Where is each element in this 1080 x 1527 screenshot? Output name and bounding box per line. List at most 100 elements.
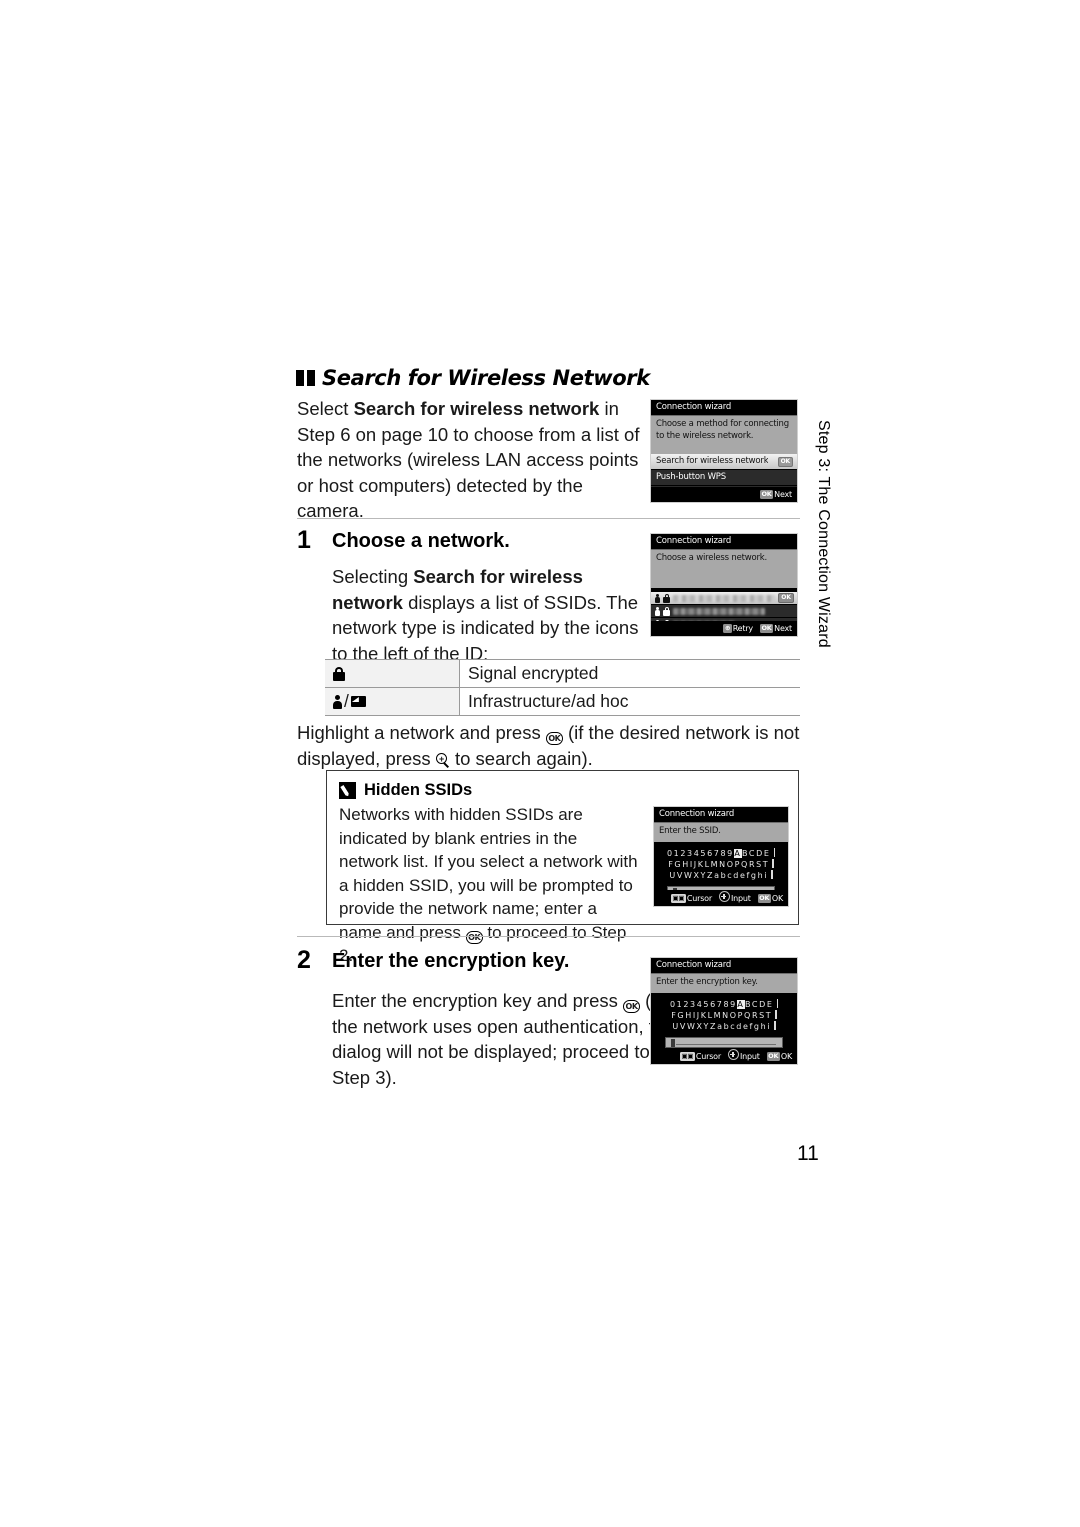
keyboard-row: UVWXYZabcdefghi <box>672 1020 776 1032</box>
lcd-footer-cursor: ▣▣ Cursor <box>670 892 712 905</box>
lcd-menu-item-pushbutton-wps: Push-button WPS <box>651 470 797 486</box>
keyboard-row: FGHIJKLMNOPQRST <box>671 1009 777 1021</box>
section-heading: Search for Wireless Network <box>296 366 650 390</box>
lcd-menu-item-direct-connection: Direct connection (ad hoc) <box>651 502 797 503</box>
page-number: 11 <box>797 1142 819 1165</box>
lcd-prompt: Enter the SSID. <box>654 823 788 842</box>
lock-icon <box>663 606 670 616</box>
ok-button-icon: OK <box>623 1000 641 1013</box>
lcd-footer-ok-label: OK <box>780 1051 792 1061</box>
lcd-footer-next: OK Next <box>759 488 792 501</box>
lcd-footer-cursor-label: Cursor <box>686 893 712 903</box>
monitor-icon <box>350 696 366 709</box>
lcd-footer-input-label: Input <box>739 1052 760 1061</box>
plus-key-icon <box>727 1049 739 1060</box>
lcd-footer-ok-label: OK <box>771 893 783 903</box>
step-2-body-prefix: Enter the encryption key and press <box>332 990 624 1011</box>
lcd-keyboard: 0123456789ABCDE FGHIJKLMNOPQRST UVWXYZab… <box>654 841 788 897</box>
legend-label-cell: Infrastructure/ad hoc <box>459 687 800 716</box>
slash-separator: / <box>344 691 349 711</box>
ok-badge-icon: OK <box>778 593 794 603</box>
lcd-footer-next: OK Next <box>759 622 792 635</box>
keyboard-caret <box>774 1020 776 1030</box>
ok-key-icon: OK <box>759 490 774 499</box>
keyboard-caret <box>771 869 773 879</box>
lcd-keyboard: 0123456789ABCDE FGHIJKLMNOPQRST UVWXYZab… <box>651 992 797 1048</box>
lcd-title: Connection wizard <box>651 534 797 550</box>
lcd-footer-input: Input <box>727 1049 760 1063</box>
highlight-part1: Highlight a network and press <box>297 722 546 743</box>
table-row: / Infrastructure/ad hoc <box>325 687 800 716</box>
network-list-row <box>651 605 797 618</box>
lcd-title: Connection wizard <box>654 807 788 823</box>
lcd-footer-input: Input <box>718 891 751 905</box>
infrastructure-icon <box>655 593 660 603</box>
keyboard-row: 0123456789ABCDE <box>669 998 779 1010</box>
note-body: Networks with hidden SSIDs are indicated… <box>339 803 639 968</box>
keyboard-caret <box>773 847 776 857</box>
chapter-side-tab-label: Step 3: The Connection Wizard <box>815 420 832 648</box>
lcd-screenshot-enter-encryption-key: Connection wizard Enter the encryption k… <box>650 957 798 1065</box>
keyboard-row-text: UVWXYZabcdefghi <box>672 1021 772 1031</box>
highlight-network-paragraph: Highlight a network and press OK (if the… <box>297 720 802 771</box>
keyboard-row-text: 0123456789ABCDE <box>669 999 774 1009</box>
multi-selector-key-icon: ▣▣ <box>670 893 686 903</box>
step-2-body: Enter the encryption key and press OK (i… <box>332 988 680 1090</box>
table-row: Signal encrypted <box>325 659 800 688</box>
infrastructure-icon <box>655 606 660 616</box>
zoom-in-button-icon: + <box>435 752 450 768</box>
step-2-number: 2 <box>297 946 311 974</box>
lcd-title: Connection wizard <box>651 400 797 416</box>
lcd-prompt: Choose a wireless network. <box>651 550 797 588</box>
ok-key-icon: OK <box>759 624 774 633</box>
intro-bold-term: Search for wireless network <box>353 398 600 419</box>
multi-selector-key-icon: ▣▣ <box>679 1051 695 1061</box>
lcd-footer-ok: OK OK <box>766 1050 792 1063</box>
network-list-row: OK <box>651 592 797 605</box>
lcd-footer: ▣▣ Cursor Input OK OK <box>651 1048 797 1064</box>
lcd-footer-cursor-label: Cursor <box>695 1051 721 1061</box>
lcd-screenshot-network-list: Connection wizard Choose a wireless netw… <box>650 533 798 637</box>
ok-key-icon: OK <box>766 1051 780 1061</box>
ok-key-icon: OK <box>757 893 771 903</box>
pencil-icon <box>339 782 356 799</box>
ok-badge-icon: OK <box>777 456 793 467</box>
keyboard-row-text: FGHIJKLMNOPQRST <box>671 1010 773 1020</box>
note-body-part1: Networks with hidden SSIDs are indicated… <box>339 805 638 942</box>
lcd-footer-input-label: Input <box>730 894 751 903</box>
keyboard-caret <box>776 998 779 1008</box>
keyboard-row: UVWXYZabcdefghi <box>669 869 773 881</box>
lcd-footer-next-label: Next <box>774 490 792 499</box>
legend-icon-cell-infrastructure-adhoc: / <box>325 687 460 716</box>
lcd-screenshot-enter-ssid: Connection wizard Enter the SSID. 012345… <box>653 806 789 907</box>
keyboard-row: FGHIJKLMNOPQRST <box>668 858 774 870</box>
legend-label-cell: Signal encrypted <box>459 659 800 688</box>
step-1-body: Selecting Search for wireless network di… <box>332 564 652 666</box>
keyboard-caret <box>775 1009 777 1019</box>
keyboard-caret <box>772 858 774 868</box>
keyboard-row-text: UVWXYZabcdefghi <box>669 870 769 880</box>
lock-icon <box>333 667 345 681</box>
lcd-footer-retry-label: Retry <box>732 624 753 633</box>
text-cursor <box>671 1038 675 1047</box>
chapter-side-tab: Step 3: The Connection Wizard <box>806 418 840 650</box>
keyboard-row-text: 0123456789ABCDE <box>666 848 771 858</box>
lcd-menu-item-label: Push-button WPS <box>656 472 726 482</box>
lcd-footer: OK Next <box>651 487 797 502</box>
section-divider <box>297 518 800 519</box>
step-2-title: Enter the encryption key. <box>332 950 570 972</box>
ok-button-icon: OK <box>465 930 483 944</box>
intro-prefix: Select <box>297 398 354 419</box>
person-icon <box>333 695 342 709</box>
lcd-footer: ⊕ Retry OK Next <box>651 621 797 636</box>
highlight-part3: to search again). <box>449 747 593 769</box>
step-1-title: Choose a network. <box>332 530 510 552</box>
encryption-key-text-field <box>665 1036 783 1048</box>
lock-icon <box>663 593 670 603</box>
text-field-rule <box>676 1043 776 1045</box>
intro-paragraph: Select Search for wireless network in St… <box>297 396 649 524</box>
lcd-prompt: Enter the encryption key. <box>651 974 797 993</box>
lcd-footer-ok: OK OK <box>757 892 783 905</box>
step-1-number: 1 <box>297 526 311 554</box>
ok-button-icon: OK <box>545 732 563 745</box>
